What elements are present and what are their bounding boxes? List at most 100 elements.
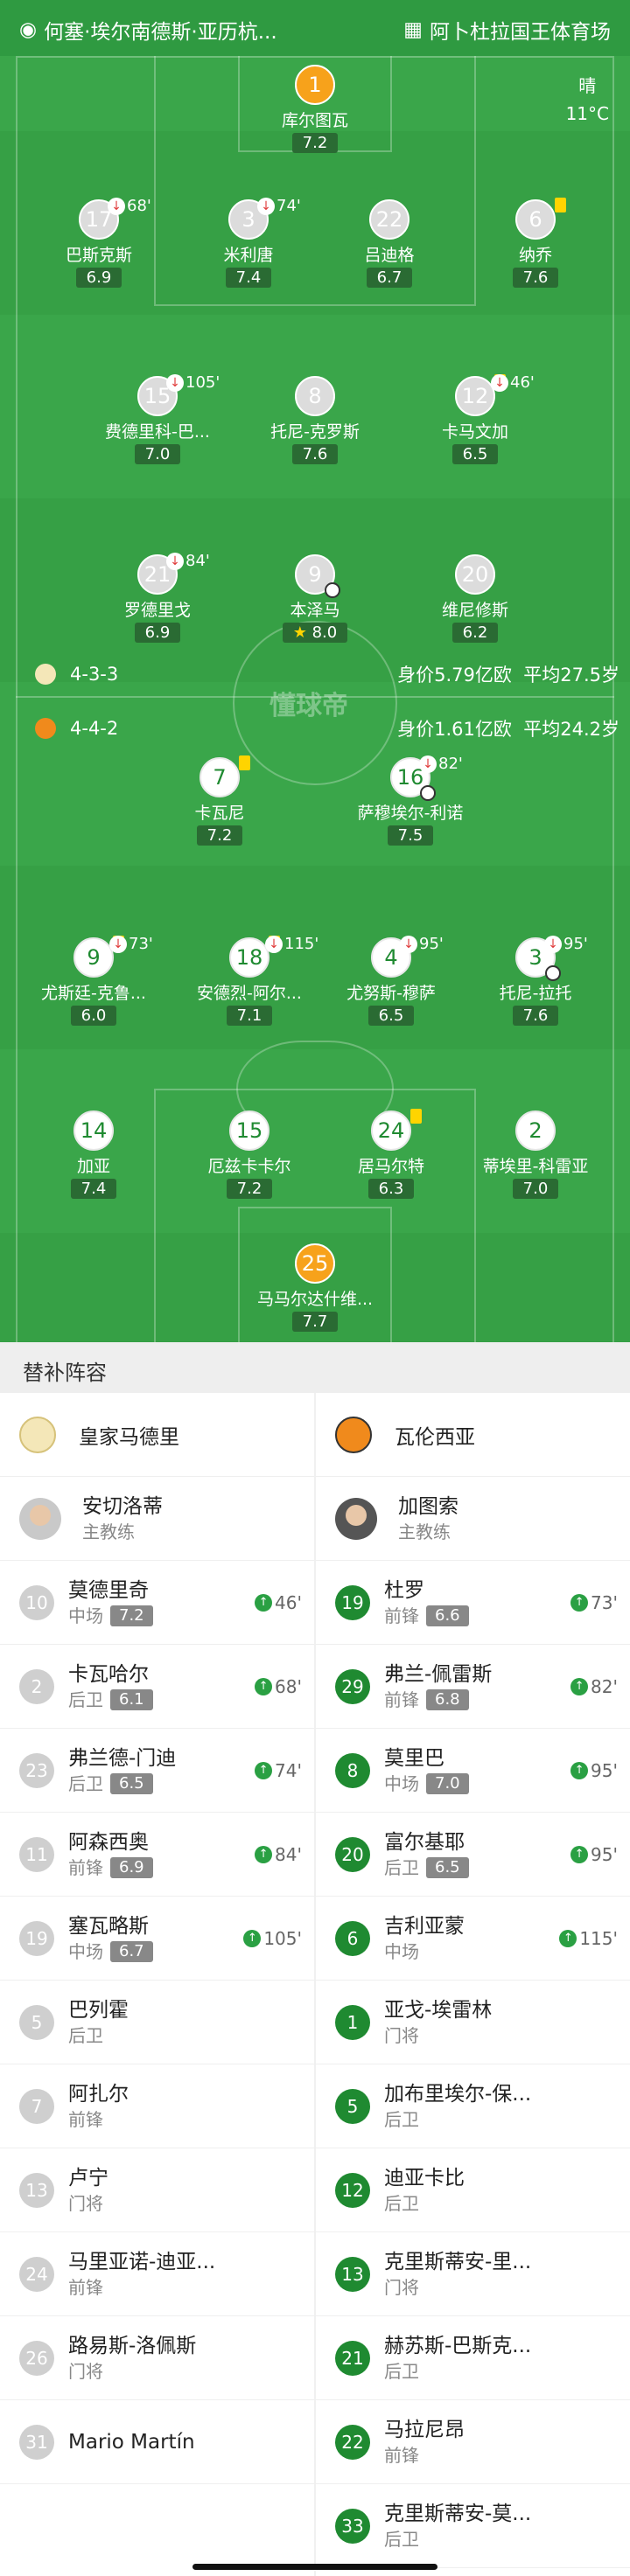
home-player[interactable]: 8 托尼-克罗斯 7.6 [249,376,381,464]
sub-player-rating: 6.5 [426,1856,469,1878]
sub-player-info: 马里亚诺-迪亚... 前锋 [68,2249,215,2300]
sub-player-row[interactable]: 5 巴列霍 后卫 [0,1981,314,2064]
home-player[interactable]: 20 维尼修斯 6.2 [410,554,541,643]
away-player[interactable]: 24 居马尔特 6.3 [326,1109,457,1199]
away-player[interactable]: 16 ↓ 82' 萨穆埃尔-利诺 7.5 [345,755,476,846]
sub-in-minute: 105' [263,1928,302,1949]
away-formation: 4-4-2 [70,718,119,739]
player-number: 3 [242,207,256,232]
sub-player-row[interactable]: 5 加布里埃尔-保... 后卫 [316,2064,630,2148]
home-team-row[interactable]: 皇家马德里 [0,1393,314,1477]
player-number-badge: 25 [295,1243,335,1284]
position-label: 后卫 [68,1772,103,1794]
sub-player-row[interactable]: 19 塞瓦略斯 中场 6.7 ↑ 105' [0,1897,314,1981]
yellow-card-icon [410,1109,422,1124]
player-number: 18 [235,945,263,970]
sub-number-badge: 26 [19,2340,54,2376]
home-player[interactable]: 22 吕迪格 6.7 [324,199,455,288]
home-player[interactable]: 12 ↓ 46' 卡马文加 6.5 [410,373,541,464]
goal-ball-icon [545,965,561,981]
home-indicator[interactable] [192,2564,438,2570]
sub-player-row[interactable]: 26 路易斯-洛佩斯 门将 [0,2316,314,2400]
sub-player-row[interactable]: 12 迪亚卡比 后卫 [316,2148,630,2232]
away-player[interactable]: 4 ↓ 95' 尤努斯-穆萨 6.5 [326,935,457,1026]
player-name: 厄兹卡卡尔 [207,1157,291,1176]
sub-in-arrow-icon: ↑ [255,1846,273,1863]
home-player[interactable]: 1 库尔图瓦 7.2 [249,65,381,153]
position-label: 中场 [384,1772,419,1794]
position-label: 后卫 [384,2108,419,2130]
rating-value: 6.9 [86,268,112,287]
away-player[interactable]: 25 马马尔达什维... 7.7 [249,1243,381,1332]
position-label: 前锋 [384,1605,419,1626]
sub-player-row[interactable]: 7 阿扎尔 前锋 [0,2064,314,2148]
rating-value: 7.6 [522,1006,549,1025]
home-player[interactable]: 21 ↓ 84' 罗德里戈 6.9 [92,552,223,643]
sub-out-arrow-icon: ↓ [400,935,417,953]
sub-player-row[interactable]: 22 马拉尼昂 前锋 [316,2400,630,2484]
away-player[interactable]: 14 加亚 7.4 [28,1110,159,1199]
away-team-row[interactable]: 瓦伦西亚 [316,1393,630,1477]
sub-player-row[interactable]: 33 克里斯蒂安-莫... 后卫 [316,2484,630,2568]
sub-in-marker: ↑ 73' [570,1592,618,1613]
home-player[interactable]: 15 ↓ 105' 费德里科-巴... 7.0 [92,373,223,464]
player-number: 22 [375,207,403,232]
away-player[interactable]: 3 ↓ 95' 托尼-拉托 7.6 [470,935,601,1026]
home-player[interactable]: 9 本泽马 ★ 8.0 [249,554,381,643]
sub-player-info: 路易斯-洛佩斯 门将 [68,2333,196,2384]
sub-in-minute: 84' [275,1844,302,1865]
sub-number-badge: 12 [335,2172,370,2208]
home-coach-row[interactable]: 安切洛蒂 主教练 [0,1477,314,1561]
sub-player-row[interactable]: 29 弗兰-佩雷斯 前锋 6.8 ↑ 82' [316,1645,630,1729]
sub-out-marker: ↓ 74' [257,197,301,215]
sub-player-row[interactable]: 2 卡瓦哈尔 后卫 6.1 ↑ 68' [0,1645,314,1729]
away-player[interactable]: 15 厄兹卡卡尔 7.2 [184,1110,315,1199]
home-player[interactable]: 3 ↓ 74' 米利唐 7.4 [183,197,314,288]
sub-in-arrow-icon: ↑ [570,1846,589,1863]
sub-player-row[interactable]: 13 克里斯蒂安-里... 门将 [316,2232,630,2316]
away-player[interactable]: 2 蒂埃里-科雷亚 7.0 [470,1110,601,1199]
sub-in-minute: 74' [275,1760,302,1781]
sub-player-row[interactable]: 21 赫苏斯-巴斯克... 后卫 [316,2316,630,2400]
sub-player-rating: 6.9 [110,1856,153,1878]
sub-player-name: 克里斯蒂安-里... [384,2250,532,2273]
sub-player-row[interactable]: 24 马里亚诺-迪亚... 前锋 [0,2232,314,2316]
sub-out-arrow-icon: ↓ [166,373,184,392]
sub-out-minute: 105' [186,373,220,392]
sub-player-name: 富尔基耶 [384,1830,465,1854]
sub-player-position: 中场 7.0 [384,1772,469,1796]
player-number-badge: 7 [200,755,250,797]
sub-player-position: 前锋 [384,2443,465,2468]
sub-player-row[interactable]: 8 莫里巴 中场 7.0 ↑ 95' [316,1729,630,1813]
sub-player-row[interactable]: 6 吉利亚蒙 中场 ↑ 115' [316,1897,630,1981]
sub-number-badge: 24 [19,2256,54,2292]
sub-in-marker: ↑ 105' [243,1928,302,1949]
player-number: 6 [528,207,542,232]
sub-player-rating: 6.6 [426,1605,469,1626]
sub-player-row[interactable]: 1 亚戈-埃雷林 门将 [316,1981,630,2064]
home-player[interactable]: 17 ↓ 68' 巴斯克斯 6.9 [33,197,164,288]
away-coach-row[interactable]: 加图索 主教练 [316,1477,630,1561]
rating-value: 7.6 [302,445,328,463]
sub-player-row[interactable]: 31 Mario Martín [0,2400,314,2484]
sub-number-badge: 19 [19,1920,54,1956]
sub-out-marker: ↓ 82' [419,755,463,773]
sub-player-row[interactable]: 19 杜罗 前锋 6.6 ↑ 73' [316,1561,630,1645]
sub-player-row[interactable]: 23 弗兰德-门迪 后卫 6.5 ↑ 74' [0,1729,314,1813]
sub-player-position: 后卫 [68,2023,129,2048]
home-player[interactable]: 6 纳乔 7.6 [470,198,601,288]
valencia-badge-icon [35,718,56,739]
sub-out-minute: 74' [276,197,301,215]
away-player[interactable]: 18 ↓ 115' 安德烈-阿尔... 7.1 [184,935,318,1026]
sub-player-name: 卢宁 [68,2166,108,2190]
away-player[interactable]: 9 ↓ 73' 尤斯廷-克鲁... 6.0 [28,935,159,1026]
sub-player-row[interactable]: 20 富尔基耶 后卫 6.5 ↑ 95' [316,1813,630,1897]
sub-in-marker: ↑ 74' [255,1760,302,1781]
away-player[interactable]: 7 卡瓦尼 7.2 [154,755,285,846]
sub-player-name: 加布里埃尔-保... [384,2082,532,2106]
sub-player-info: 阿森西奥 前锋 6.9 [68,1829,153,1880]
sub-player-row[interactable]: 13 卢宁 门将 [0,2148,314,2232]
sub-out-marker: ↓ 95' [544,935,588,953]
sub-player-row[interactable]: 10 莫德里奇 中场 7.2 ↑ 46' [0,1561,314,1645]
sub-player-row[interactable]: 11 阿森西奥 前锋 6.9 ↑ 84' [0,1813,314,1897]
